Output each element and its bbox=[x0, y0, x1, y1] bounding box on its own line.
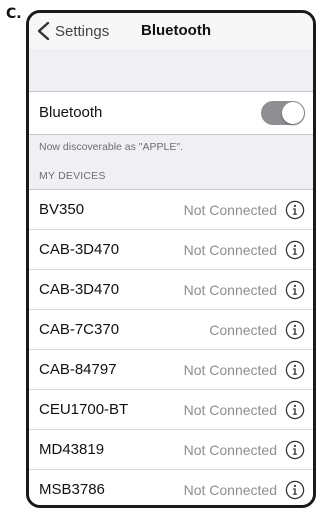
device-status: Not Connected bbox=[183, 441, 277, 458]
info-icon[interactable] bbox=[285, 240, 305, 260]
bluetooth-label: Bluetooth bbox=[39, 104, 103, 121]
device-name: BV350 bbox=[39, 201, 85, 218]
device-row-3[interactable]: CAB-7C370 Connected bbox=[29, 310, 313, 350]
device-row-6[interactable]: MD43819 Not Connected bbox=[29, 430, 313, 470]
device-row-4[interactable]: CAB-84797 Not Connected bbox=[29, 350, 313, 390]
device-status: Not Connected bbox=[183, 481, 277, 498]
device-status: Not Connected bbox=[183, 401, 277, 418]
toggle-knob bbox=[282, 102, 304, 124]
device-status: Not Connected bbox=[183, 281, 277, 298]
info-icon[interactable] bbox=[285, 360, 305, 380]
device-row-7[interactable]: MSB3786 Not Connected bbox=[29, 470, 313, 505]
device-status: Not Connected bbox=[183, 241, 277, 258]
device-status: Not Connected bbox=[183, 201, 277, 218]
navigation-bar: Settings Bluetooth bbox=[29, 13, 313, 50]
info-icon[interactable] bbox=[285, 200, 305, 220]
device-name: MSB3786 bbox=[39, 481, 105, 498]
back-button[interactable]: Settings bbox=[35, 13, 109, 49]
device-name: CAB-3D470 bbox=[39, 281, 120, 298]
info-icon[interactable] bbox=[285, 440, 305, 460]
info-icon[interactable] bbox=[285, 280, 305, 300]
page-title: Bluetooth bbox=[141, 22, 211, 39]
my-devices-header: MY DEVICES bbox=[39, 170, 106, 182]
device-name: CEU1700-BT bbox=[39, 401, 129, 418]
spacer bbox=[29, 49, 313, 91]
info-icon[interactable] bbox=[285, 400, 305, 420]
device-status: Not Connected bbox=[183, 361, 277, 378]
device-list: BV350 Not Connected CAB-3D470 Not Connec… bbox=[29, 189, 313, 505]
back-button-label: Settings bbox=[55, 22, 110, 40]
device-status: Connected bbox=[209, 321, 277, 338]
device-row-1[interactable]: CAB-3D470 Not Connected bbox=[29, 230, 313, 270]
device-row-2[interactable]: CAB-3D470 Not Connected bbox=[29, 270, 313, 310]
device-name: CAB-7C370 bbox=[39, 321, 120, 338]
device-row-0[interactable]: BV350 Not Connected bbox=[29, 190, 313, 230]
device-name: MD43819 bbox=[39, 441, 105, 458]
discoverable-note: Now discoverable as "APPLE". bbox=[39, 141, 184, 153]
phone-screen: Settings Bluetooth Bluetooth Now discove… bbox=[26, 10, 316, 508]
info-icon[interactable] bbox=[285, 480, 305, 500]
bluetooth-toggle[interactable] bbox=[261, 101, 305, 125]
bluetooth-setting-row: Bluetooth bbox=[29, 91, 313, 135]
chevron-left-icon bbox=[37, 21, 50, 41]
device-name: CAB-3D470 bbox=[39, 241, 120, 258]
info-icon[interactable] bbox=[285, 320, 305, 340]
device-name: CAB-84797 bbox=[39, 361, 117, 378]
device-row-5[interactable]: CEU1700-BT Not Connected bbox=[29, 390, 313, 430]
figure-label: C. bbox=[6, 6, 22, 22]
